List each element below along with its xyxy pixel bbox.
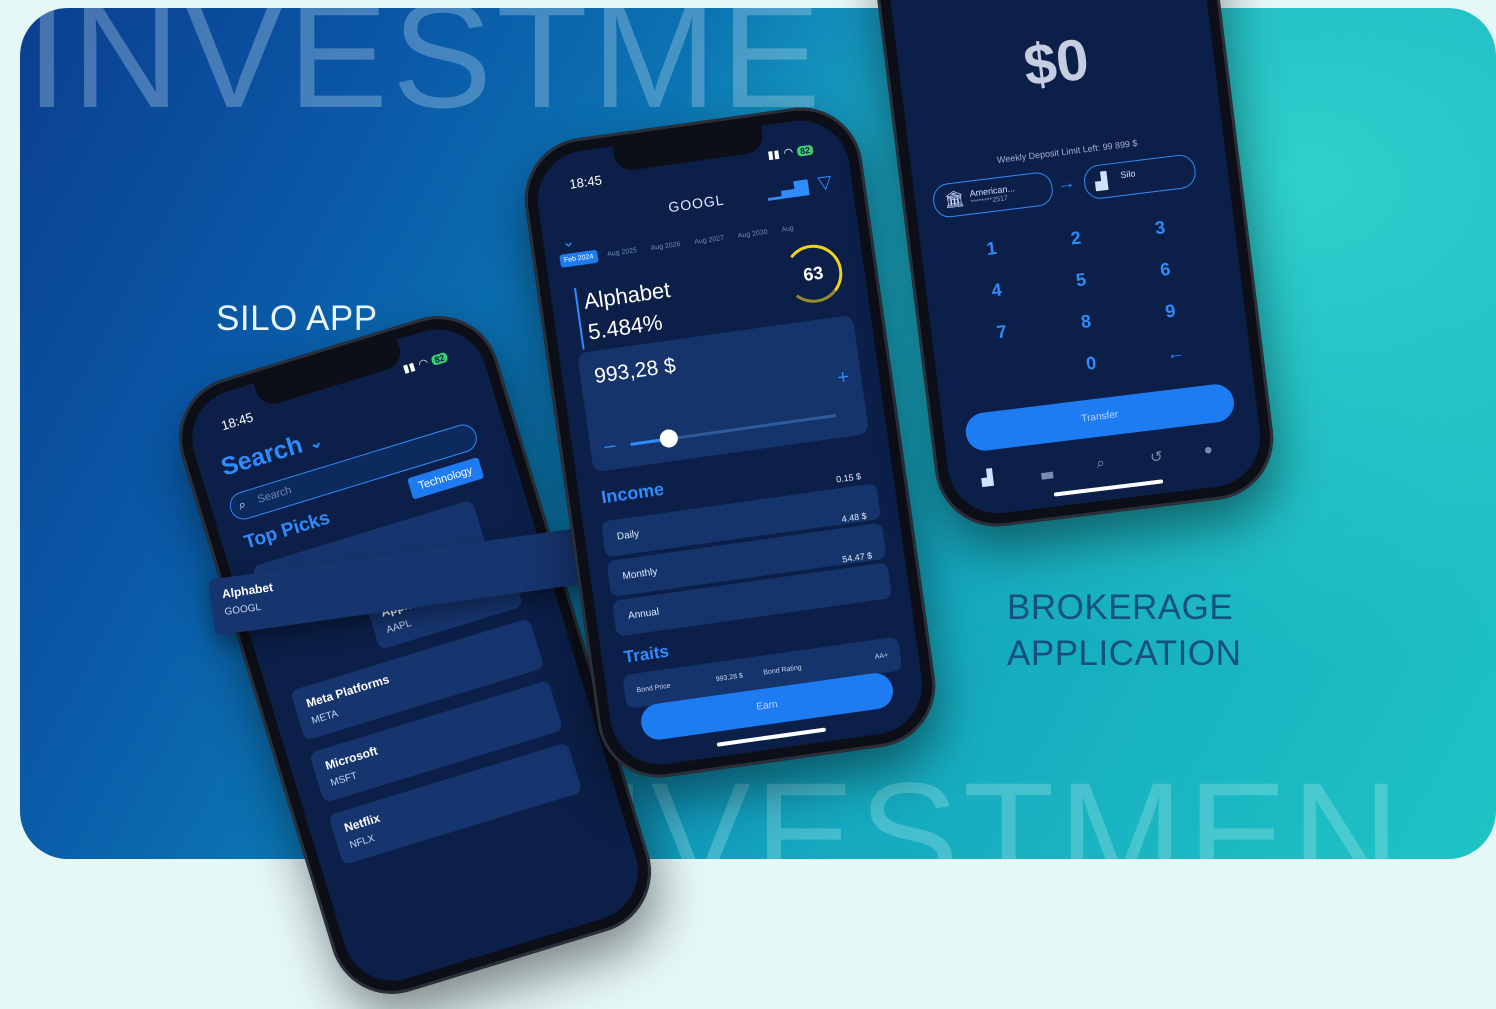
date-tab[interactable]: Aug 2030 <box>733 225 772 243</box>
source-account[interactable]: 🏛 American... ********2517 <box>931 170 1055 220</box>
key-7[interactable]: 7 <box>981 319 1023 345</box>
key-4[interactable]: 4 <box>976 278 1018 304</box>
list-item-name: Meta Platforms <box>304 671 391 711</box>
list-item-ticker: NFLX <box>348 833 377 852</box>
arrow-right-icon: → <box>1055 171 1077 194</box>
transfer-screen: $0 Weekly Deposit Limit Left: 99 899 $ 🏛… <box>884 0 1266 519</box>
filter-icon[interactable]: ▽ <box>817 171 834 194</box>
bond-rating-value: AA+ <box>874 652 889 661</box>
key-9[interactable]: 9 <box>1149 299 1191 325</box>
bank-icon: 🏛 <box>943 190 966 210</box>
amount-value: 993,28 $ <box>592 353 678 389</box>
score-gauge: 63 <box>780 241 847 307</box>
income-label: Daily <box>616 528 640 543</box>
wifi-icon: ◠ <box>782 146 795 160</box>
list-item-name: Microsoft <box>323 743 380 773</box>
income-value: 0.15 $ <box>835 471 862 485</box>
list-item-name: Netflix <box>342 810 382 835</box>
list-item-ticker: GOOGL <box>223 601 262 618</box>
chevron-down-icon[interactable]: ⌄ <box>560 231 576 253</box>
bond-rating-label: Bond Rating <box>762 664 803 677</box>
minus-icon[interactable]: – <box>603 434 617 458</box>
income-list: Daily 0.15 $ Monthly 4.48 $ Annual 54.47… <box>595 443 893 640</box>
key-6[interactable]: 6 <box>1144 257 1186 283</box>
battery-icon: 82 <box>796 144 814 157</box>
backspace-key[interactable]: ← <box>1154 340 1196 366</box>
date-tab[interactable]: Aug 2026 <box>646 237 685 255</box>
brokerage-label-line1: BROKERAGE <box>1007 588 1234 627</box>
date-tab[interactable]: Feb 2024 <box>559 249 599 268</box>
bond-price-value: 993,28 $ <box>715 672 744 684</box>
date-tab[interactable]: Aug 2027 <box>690 231 729 249</box>
silo-app-label: SILO APP <box>216 299 378 338</box>
portfolio-tab-icon[interactable]: ▟ <box>980 468 994 487</box>
chart-icon[interactable]: ▁▃▆ <box>766 175 810 202</box>
silo-logo-icon: ▟ <box>1094 172 1109 192</box>
chart-tab-icon[interactable]: ▃ <box>1040 461 1054 480</box>
income-label: Annual <box>627 606 660 622</box>
traits-title: Traits <box>622 641 671 667</box>
key-5[interactable]: 5 <box>1060 267 1102 293</box>
date-tab[interactable]: Aug <box>777 222 799 238</box>
detail-screen: 18:45 ▮▮ ◠ 82 GOOGL ▁▃▆ ▽ ⌄ Feb 2024 Aug… <box>531 114 929 771</box>
history-tab-icon[interactable]: ↺ <box>1149 447 1164 466</box>
destination-account-name: Silo <box>1119 168 1136 181</box>
income-label: Monthly <box>621 566 659 583</box>
chevron-down-icon: ⌄ <box>306 433 325 454</box>
destination-account[interactable]: ▟ Silo <box>1082 153 1198 201</box>
amount-slider-handle[interactable] <box>658 428 680 449</box>
status-icons: ▮▮ ◠ 82 <box>767 143 814 162</box>
list-item-ticker: MSFT <box>329 770 359 789</box>
key-0[interactable]: 0 <box>1070 351 1112 377</box>
search-title-text: Search <box>217 430 306 482</box>
income-value: 4.48 $ <box>841 510 868 525</box>
key-3[interactable]: 3 <box>1139 215 1181 241</box>
home-indicator <box>716 727 827 747</box>
search-placeholder: Search <box>256 484 293 506</box>
list-item-ticker: META <box>310 708 340 727</box>
background-word-top: INVESTME <box>26 8 825 139</box>
list-item-ticker: AAPL <box>385 617 413 636</box>
brokerage-label-line2: APPLICATION <box>1007 633 1242 673</box>
battery-icon: 82 <box>430 351 449 366</box>
plus-icon[interactable]: + <box>836 366 851 390</box>
profile-tab-icon[interactable]: ● <box>1203 441 1214 459</box>
key-8[interactable]: 8 <box>1065 309 1107 335</box>
status-time: 18:45 <box>219 409 255 434</box>
search-icon: ⌕ <box>236 496 248 513</box>
brokerage-label: BROKERAGE APPLICATION <box>1007 585 1241 676</box>
search-tab-icon[interactable]: ⌕ <box>1095 454 1105 472</box>
wifi-icon: ◠ <box>417 356 430 371</box>
header-actions: ▁▃▆ ▽ <box>766 171 834 201</box>
background-word-bottom: IVESTMEN <box>605 751 1404 859</box>
transfer-amount: $0 <box>1020 26 1093 99</box>
bond-price-label: Bond Price <box>636 682 672 695</box>
list-item-name: Alphabet <box>221 580 274 602</box>
date-tab[interactable]: Aug 2025 <box>602 244 641 262</box>
status-icons: ▮▮ ◠ 82 <box>401 350 449 376</box>
signal-icon: ▮▮ <box>401 360 417 376</box>
asset-name-block: Alphabet 5.484% <box>574 275 677 350</box>
signal-icon: ▮▮ <box>766 148 781 162</box>
status-time: 18:45 <box>568 172 603 192</box>
key-1[interactable]: 1 <box>970 236 1012 262</box>
key-2[interactable]: 2 <box>1055 226 1097 252</box>
